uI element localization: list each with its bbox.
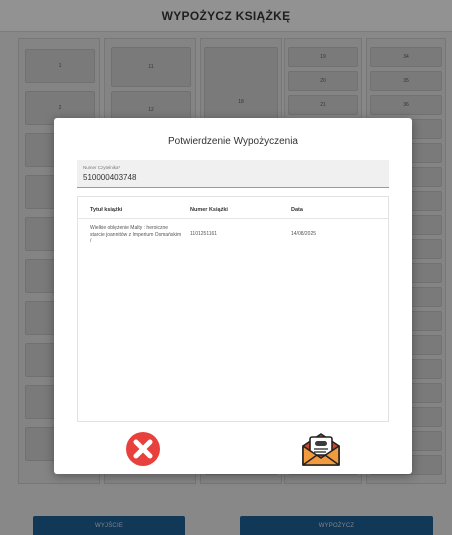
cell-book-title: Wielkie oblężenie Malty : heroiczne star… bbox=[90, 225, 182, 244]
cell-date: 14/08/2025 bbox=[291, 231, 317, 237]
column-header-date: Data bbox=[291, 207, 303, 213]
header-divider bbox=[78, 218, 388, 219]
reader-number-label: Numer Czytelnika* bbox=[83, 165, 121, 170]
reader-number-value: 510000403748 bbox=[83, 173, 137, 182]
confirm-send-button[interactable] bbox=[300, 430, 342, 468]
column-header-title: Tytuł książki bbox=[90, 207, 123, 213]
envelope-letter-icon bbox=[302, 433, 340, 466]
dialog-title: Potwierdzenie Wypożyczenia bbox=[168, 136, 298, 147]
close-x-icon bbox=[126, 432, 160, 466]
reader-number-field[interactable]: Numer Czytelnika* 510000403748 bbox=[77, 160, 389, 188]
column-header-number: Numer Książki bbox=[190, 207, 228, 213]
cancel-button[interactable] bbox=[124, 430, 162, 468]
borrowed-books-table: Tytuł książki Numer Książki Data Wielkie… bbox=[77, 196, 389, 422]
borrow-confirmation-dialog: Potwierdzenie Wypożyczenia Numer Czyteln… bbox=[54, 118, 412, 474]
cell-book-number: 1101251161 bbox=[190, 231, 218, 237]
